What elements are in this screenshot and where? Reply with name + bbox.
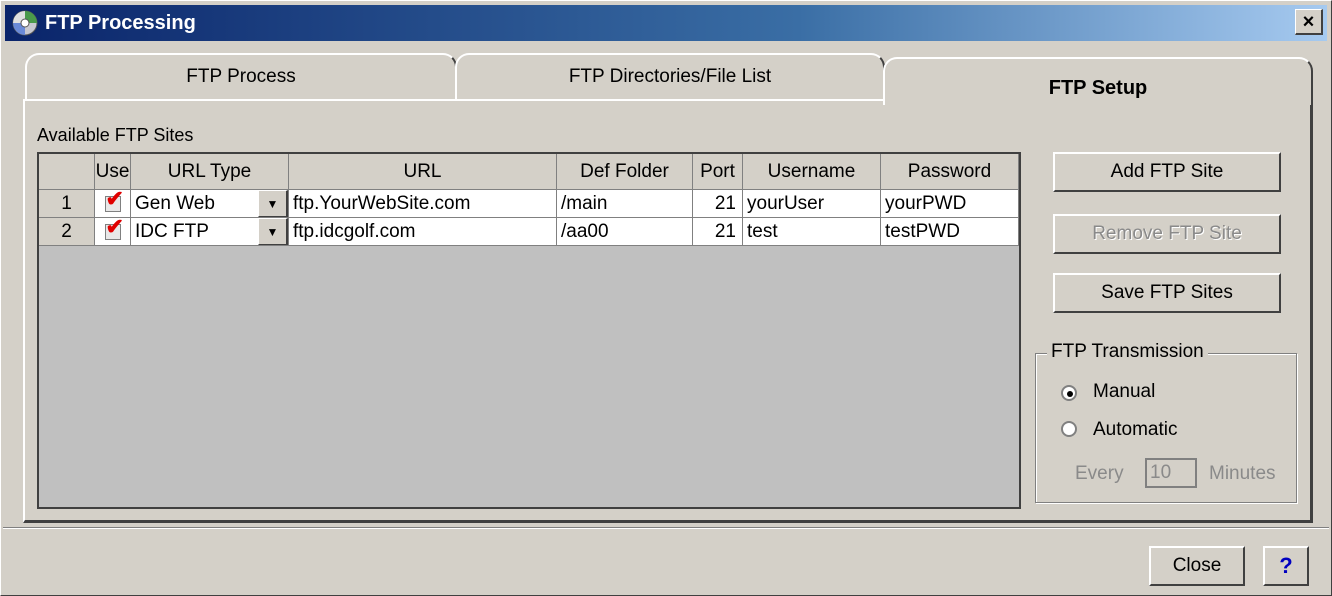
col-header-password[interactable]: Password [881,154,1019,190]
available-sites-label: Available FTP Sites [37,125,194,145]
chevron-down-icon[interactable]: ▼ [258,190,288,217]
col-header-use[interactable]: Use [95,154,131,190]
minutes-label: Minutes [1209,463,1276,484]
save-ftp-sites-button[interactable]: Save FTP Sites [1053,273,1281,313]
row-number[interactable]: 2 [39,218,95,246]
checkmark-icon: ✔ [105,218,124,239]
col-header-url[interactable]: URL [289,154,557,190]
password-cell[interactable]: testPWD [881,218,1019,246]
url-type-select[interactable]: Gen Web ▼ [131,190,289,218]
row-header-corner [39,154,95,190]
divider [3,527,1329,529]
row-number[interactable]: 1 [39,190,95,218]
automatic-radio[interactable] [1061,421,1077,437]
close-button[interactable]: Close [1149,546,1245,586]
url-cell[interactable]: ftp.idcgolf.com [289,218,557,246]
tab-ftp-directories[interactable]: FTP Directories/File List [455,53,885,99]
username-cell[interactable]: yourUser [743,190,881,218]
password-cell[interactable]: yourPWD [881,190,1019,218]
ftp-processing-window: FTP Processing × FTP Process FTP Directo… [0,0,1332,596]
chevron-down-icon[interactable]: ▼ [258,218,288,245]
title-bar: FTP Processing × [5,5,1327,41]
tab-ftp-process[interactable]: FTP Process [25,53,457,99]
col-header-url-type[interactable]: URL Type [131,154,289,190]
checkmark-icon: ✔ [105,190,124,211]
port-cell[interactable]: 21 [693,218,743,246]
window-title: FTP Processing [45,12,196,34]
col-header-port[interactable]: Port [693,154,743,190]
manual-label[interactable]: Manual [1093,381,1155,403]
close-window-button[interactable]: × [1295,9,1323,35]
url-cell[interactable]: ftp.YourWebSite.com [289,190,557,218]
port-cell[interactable]: 21 [693,190,743,218]
url-type-value: IDC FTP [135,221,209,242]
username-cell[interactable]: test [743,218,881,246]
ftp-transmission-legend: FTP Transmission [1047,341,1208,363]
automatic-label[interactable]: Automatic [1093,419,1177,441]
every-label: Every [1075,463,1124,484]
url-type-value: Gen Web [135,193,215,214]
use-checkbox[interactable]: ✔ [95,218,131,246]
remove-ftp-site-button[interactable]: Remove FTP Site [1053,214,1281,254]
def-folder-cell[interactable]: /aa00 [557,218,693,246]
manual-radio[interactable] [1061,385,1077,401]
use-checkbox[interactable]: ✔ [95,190,131,218]
def-folder-cell[interactable]: /main [557,190,693,218]
col-header-username[interactable]: Username [743,154,881,190]
help-button[interactable]: ? [1263,546,1309,586]
col-header-def-folder[interactable]: Def Folder [557,154,693,190]
ftp-sites-grid: Use URL Type URL Def Folder Port Usernam… [37,152,1021,509]
cd-disc-icon [11,9,39,37]
tab-ftp-setup[interactable]: FTP Setup [883,57,1313,105]
add-ftp-site-button[interactable]: Add FTP Site [1053,152,1281,192]
url-type-select[interactable]: IDC FTP ▼ [131,218,289,246]
every-minutes-input[interactable]: 10 [1145,458,1197,488]
